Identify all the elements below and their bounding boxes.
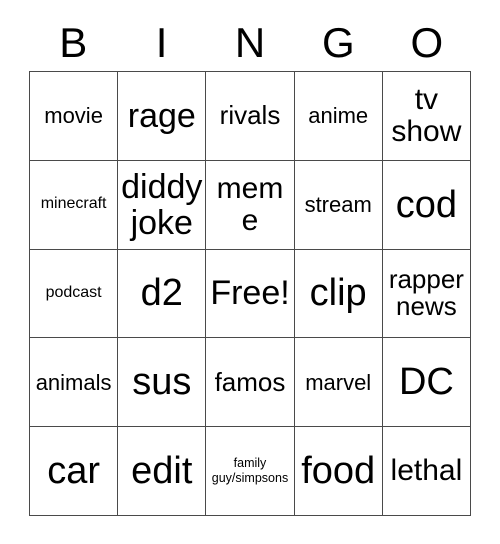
- bingo-cell[interactable]: car: [30, 427, 119, 516]
- bingo-cell[interactable]: rivals: [206, 72, 295, 161]
- bingo-cell-label: lethal: [390, 454, 463, 488]
- bingo-cell[interactable]: cod: [382, 160, 471, 250]
- bingo-cell[interactable]: meme: [206, 160, 295, 250]
- bingo-cell-label: anime: [308, 103, 369, 129]
- bingo-cell[interactable]: diddy joke: [118, 160, 207, 250]
- bingo-cell-label: d2: [140, 272, 183, 315]
- bingo-cell[interactable]: d2: [118, 249, 207, 339]
- bingo-cell-label: Free!: [210, 274, 290, 313]
- bingo-grid: movie rage rivals anime tv show minecraft didd…: [29, 71, 471, 516]
- bingo-cell[interactable]: marvel: [294, 338, 383, 428]
- bingo-cell[interactable]: stream: [294, 160, 383, 250]
- bingo-cell[interactable]: food: [294, 427, 383, 516]
- bingo-cell-label: cod: [395, 183, 458, 226]
- bingo-free-space-cell[interactable]: Free!: [206, 249, 295, 339]
- bingo-cell-label: family guy/simpsons: [211, 456, 289, 486]
- bingo-cell-label: meme: [216, 171, 284, 237]
- bingo-cell-label: stream: [304, 192, 372, 218]
- bingo-header-letter-n: N: [234, 18, 266, 66]
- bingo-cell-label: tv show: [391, 83, 462, 148]
- bingo-cell-label: animals: [35, 369, 112, 395]
- bingo-cell[interactable]: sus: [118, 338, 207, 428]
- bingo-cell-label: movie: [44, 103, 103, 129]
- bingo-header-letter-b: B: [59, 18, 88, 66]
- bingo-cell-label: diddy joke: [121, 167, 203, 242]
- bingo-cell[interactable]: lethal: [382, 427, 471, 516]
- bingo-cell[interactable]: clip: [294, 249, 383, 339]
- bingo-header-letter-o: O: [410, 18, 444, 66]
- bingo-cell[interactable]: DC: [382, 338, 471, 428]
- bingo-cell[interactable]: edit: [118, 427, 207, 516]
- bingo-cell-label: clip: [309, 272, 367, 315]
- bingo-cell[interactable]: movie: [30, 72, 119, 161]
- bingo-cell[interactable]: famos: [206, 338, 295, 428]
- bingo-cell-label: podcast: [45, 284, 102, 302]
- bingo-cell-label: rage: [127, 96, 196, 135]
- bingo-cell-label: car: [47, 449, 100, 492]
- bingo-cell[interactable]: rapper news: [382, 249, 471, 339]
- bingo-header-letter-i: I: [155, 18, 168, 66]
- bingo-cell-label: rivals: [219, 100, 281, 131]
- bingo-cell[interactable]: animals: [30, 338, 119, 428]
- bingo-cell[interactable]: anime: [294, 72, 383, 161]
- bingo-cell-label: DC: [398, 361, 454, 404]
- bingo-cell-label: rapper news: [388, 263, 464, 322]
- bingo-header-letter-g: G: [322, 18, 355, 66]
- bingo-cell[interactable]: family guy/simpsons: [206, 427, 295, 516]
- bingo-cell[interactable]: podcast: [30, 249, 119, 339]
- bingo-header-row: B I N G O: [29, 14, 471, 71]
- bingo-cell-label: food: [301, 449, 376, 492]
- bingo-cell-label: sus: [132, 361, 192, 404]
- bingo-cell-label: minecraft: [40, 195, 107, 213]
- bingo-cell-label: edit: [131, 449, 193, 492]
- bingo-cell[interactable]: minecraft: [30, 160, 119, 250]
- bingo-cell-label: marvel: [305, 369, 372, 395]
- bingo-card: B I N G O movie rage rivals anime tv show min…: [29, 14, 471, 516]
- bingo-cell-label: famos: [214, 366, 286, 397]
- bingo-cell[interactable]: tv show: [382, 72, 471, 161]
- bingo-cell[interactable]: rage: [118, 72, 207, 161]
